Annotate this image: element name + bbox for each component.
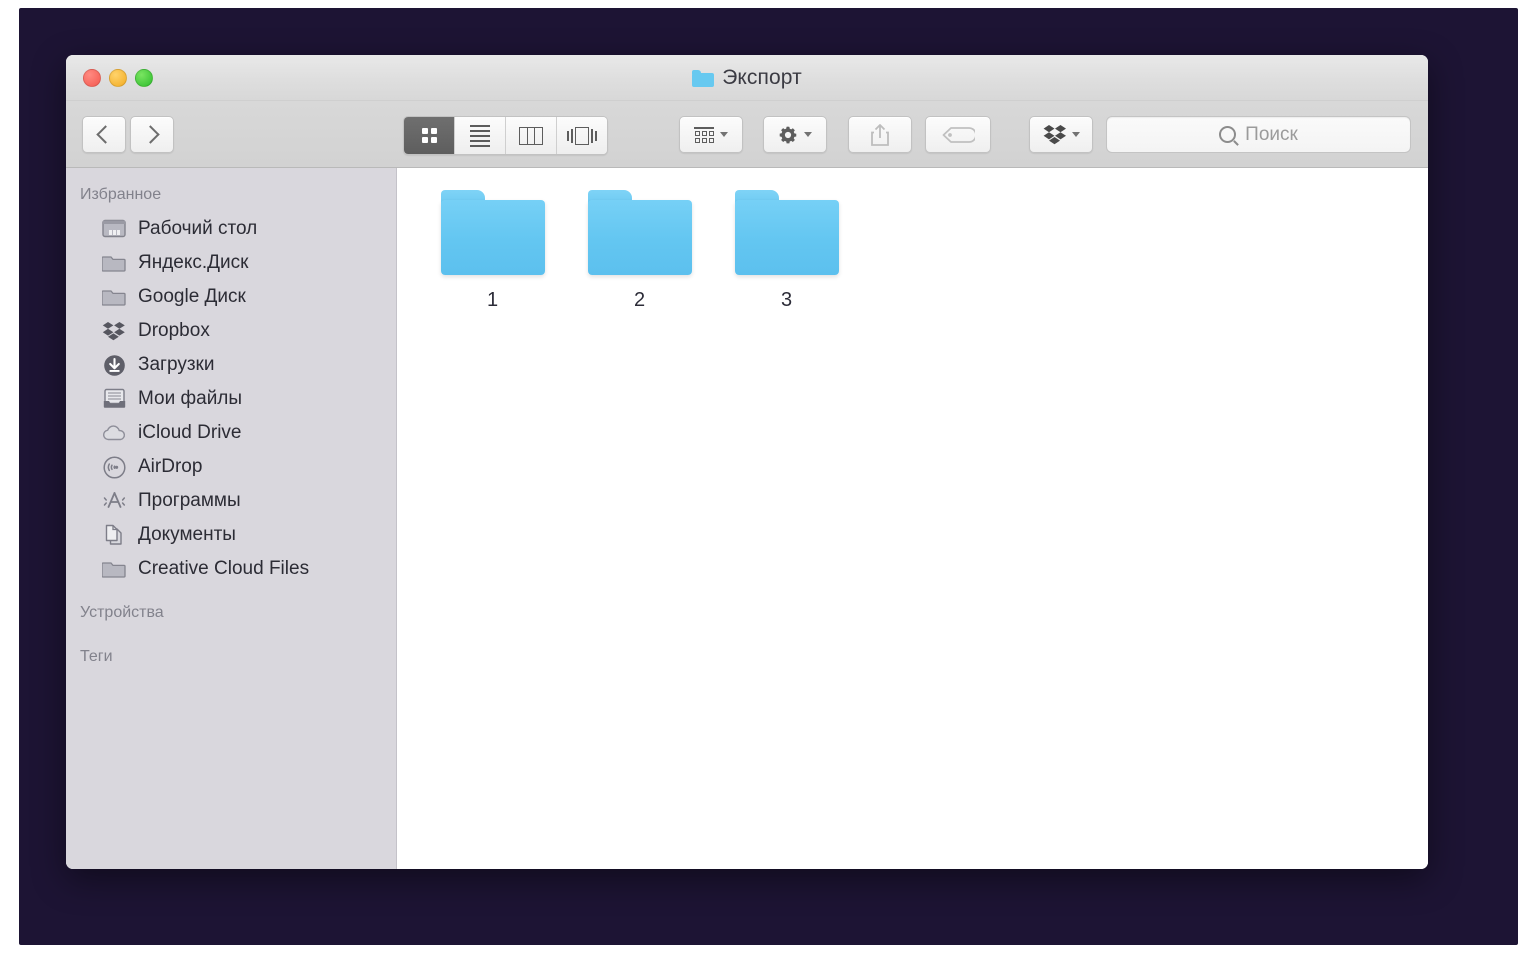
action-menu-button[interactable] <box>763 116 827 153</box>
sidebar-item-label: Рабочий стол <box>138 218 258 239</box>
coverflow-view-icon <box>567 126 597 145</box>
grid-view-icon <box>421 128 437 143</box>
arrange-button[interactable] <box>679 116 743 153</box>
sidebar-item-applications[interactable]: Программы <box>66 484 396 518</box>
view-mode-icon-button[interactable] <box>404 117 455 154</box>
window-body: Избранное Рабочий стол Яндекс.Диск Googl… <box>66 168 1428 869</box>
search-icon <box>1219 126 1237 143</box>
chevron-down-icon <box>720 132 728 137</box>
sidebar-item-label: Яндекс.Диск <box>138 252 249 273</box>
view-mode-coverflow-button[interactable] <box>557 117 607 154</box>
column-view-icon <box>519 126 543 145</box>
downloads-icon <box>101 353 127 377</box>
finder-window: Экспорт Поиск Избранное Рабочий стол Янд… <box>66 55 1428 869</box>
tag-button[interactable] <box>925 116 991 153</box>
window-titlebar: Экспорт <box>66 55 1428 101</box>
search-field[interactable]: Поиск <box>1106 116 1411 153</box>
share-icon <box>869 123 891 147</box>
chevron-down-icon <box>804 132 812 137</box>
folder-icon <box>101 285 127 309</box>
file-label: 2 <box>633 289 646 311</box>
sidebar-item-dropbox[interactable]: Dropbox <box>66 314 396 348</box>
folder-icon <box>101 557 127 581</box>
file-label: 1 <box>486 289 499 311</box>
sidebar-item-label: Creative Cloud Files <box>138 558 310 579</box>
file-grid-area[interactable]: 1 2 3 <box>397 168 1428 869</box>
sidebar-section-devices-header: Устройства <box>80 604 164 621</box>
sidebar-item-airdrop[interactable]: AirDrop <box>66 450 396 484</box>
chevron-right-icon <box>141 125 160 144</box>
sidebar-item-documents[interactable]: Документы <box>66 518 396 552</box>
sidebar-section-tags-header: Теги <box>80 648 113 665</box>
file-item[interactable]: 3 <box>713 190 860 312</box>
sidebar-item-icloud-drive[interactable]: iCloud Drive <box>66 416 396 450</box>
back-button[interactable] <box>82 116 126 153</box>
cloud-icon <box>101 421 127 445</box>
sidebar-item-all-my-files[interactable]: Мои файлы <box>66 382 396 416</box>
tag-icon <box>941 125 975 145</box>
sidebar-item-label: Google Диск <box>138 286 246 307</box>
folder-icon <box>692 69 715 87</box>
file-grid: 1 2 3 <box>419 190 1428 312</box>
sidebar-item-label: Программы <box>138 490 241 511</box>
folder-icon <box>440 190 545 275</box>
dropbox-button[interactable] <box>1029 116 1093 153</box>
sidebar-item-desktop[interactable]: Рабочий стол <box>66 212 396 246</box>
gear-icon <box>778 125 798 145</box>
desktop-icon <box>101 217 127 241</box>
chevron-left-icon <box>96 125 115 144</box>
arrange-icon <box>694 126 714 143</box>
sidebar: Избранное Рабочий стол Яндекс.Диск Googl… <box>66 168 397 869</box>
list-view-icon <box>470 124 490 147</box>
share-button[interactable] <box>848 116 912 153</box>
screen: Экспорт Поиск Избранное Рабочий стол Янд… <box>0 0 1536 967</box>
sidebar-item-label: Загрузки <box>138 354 215 375</box>
documents-icon <box>101 523 127 547</box>
airdrop-icon <box>101 455 127 479</box>
sidebar-section-favorites-header: Избранное <box>80 186 162 203</box>
sidebar-item-label: iCloud Drive <box>138 422 242 443</box>
sidebar-item-label: AirDrop <box>138 456 203 477</box>
file-item[interactable]: 2 <box>566 190 713 312</box>
sidebar-item-label: Dropbox <box>138 320 210 341</box>
dropbox-icon <box>1043 124 1067 146</box>
folder-icon <box>587 190 692 275</box>
sidebar-item-creative-cloud-files[interactable]: Creative Cloud Files <box>66 552 396 586</box>
view-mode-list-button[interactable] <box>455 117 506 154</box>
forward-button[interactable] <box>130 116 174 153</box>
folder-icon <box>734 190 839 275</box>
sidebar-item-yandex-disk[interactable]: Яндекс.Диск <box>66 246 396 280</box>
dropbox-icon <box>101 319 127 343</box>
file-label: 3 <box>780 289 793 311</box>
sidebar-item-label: Мои файлы <box>138 388 243 409</box>
folder-icon <box>101 251 127 275</box>
file-item[interactable]: 1 <box>419 190 566 312</box>
search-placeholder: Поиск <box>1245 123 1298 145</box>
chevron-down-icon <box>1071 132 1080 137</box>
applications-icon <box>101 489 127 513</box>
window-title-text: Экспорт <box>722 66 802 89</box>
sidebar-item-google-drive[interactable]: Google Диск <box>66 280 396 314</box>
view-mode-column-button[interactable] <box>506 117 557 154</box>
toolbar: Поиск <box>66 101 1428 168</box>
sidebar-item-downloads[interactable]: Загрузки <box>66 348 396 382</box>
sidebar-item-label: Документы <box>138 524 236 545</box>
view-mode-segmented-control <box>403 116 608 155</box>
window-title: Экспорт <box>66 66 1428 90</box>
all-my-files-icon <box>101 387 127 411</box>
